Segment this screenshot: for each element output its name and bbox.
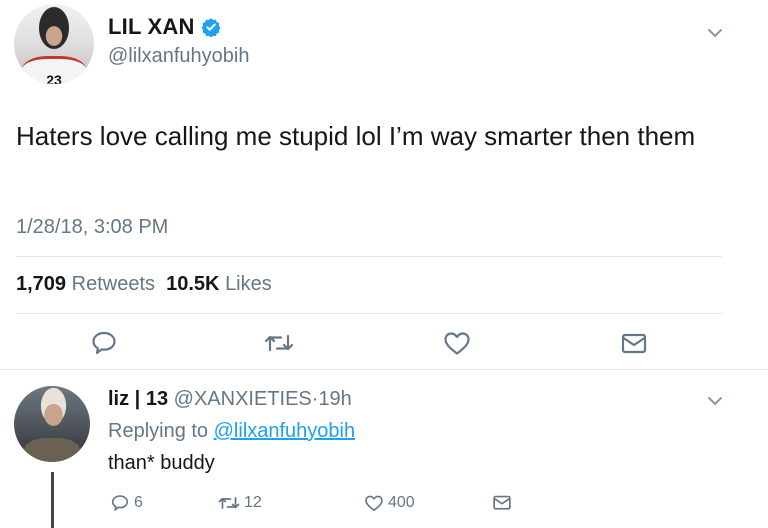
reply-retweet-count: 12: [244, 494, 262, 511]
replying-to-link[interactable]: @lilxanfuhyobih: [214, 420, 356, 442]
avatar-shirt: 23: [22, 56, 86, 84]
heart-icon: [365, 495, 383, 512]
reply-display-name[interactable]: liz | 13: [108, 388, 168, 410]
reply-time[interactable]: 19h: [318, 388, 351, 410]
reply-author-avatar[interactable]: [14, 386, 90, 462]
reply-like-count: 400: [388, 494, 415, 511]
engagement-stats: 1,709 Retweets 10.5K Likes: [16, 273, 272, 296]
heart-icon: [444, 332, 470, 355]
tweet-timestamp[interactable]: 1/28/18, 3:08 PM: [16, 216, 168, 239]
reply-text: than* buddy: [108, 452, 215, 474]
thread-line: [51, 472, 54, 528]
likes-count[interactable]: 10.5K: [166, 273, 219, 295]
chevron-down-icon[interactable]: [706, 392, 724, 410]
reply-header: liz | 13 @XANXIETIES·19h: [108, 388, 352, 411]
replying-prefix: Replying to: [108, 420, 209, 442]
retweet-button[interactable]: [264, 332, 294, 354]
avatar-jacket: [24, 438, 80, 462]
reply-icon: [111, 495, 129, 511]
like-button[interactable]: [443, 330, 471, 356]
reply-retweet-button[interactable]: 12: [218, 494, 262, 512]
reply-dm-button[interactable]: [492, 494, 512, 512]
divider: [0, 369, 768, 370]
author-handle[interactable]: @lilxanfuhyobih: [108, 45, 250, 68]
direct-message-button[interactable]: [620, 332, 648, 356]
retweets-label[interactable]: Retweets: [72, 273, 155, 295]
reply-button[interactable]: [90, 330, 118, 356]
retweet-icon: [264, 334, 294, 352]
reply-like-button[interactable]: 400: [364, 494, 415, 512]
author-display-name[interactable]: LIL XAN: [108, 14, 195, 40]
reply-handle[interactable]: @XANXIETIES: [174, 388, 312, 410]
direct-message-icon: [493, 495, 511, 510]
reply-reply-button[interactable]: 6: [110, 494, 143, 512]
tweet-text: Haters love calling me stupid lol I’m wa…: [16, 121, 696, 151]
direct-message-icon: [621, 333, 647, 354]
reply-icon: [92, 331, 116, 355]
chevron-down-icon[interactable]: [706, 24, 724, 42]
author-avatar[interactable]: 23: [14, 4, 94, 84]
reply-reply-count: 6: [134, 494, 143, 511]
divider: [16, 256, 722, 257]
avatar-shirt-number: 23: [46, 72, 62, 84]
likes-label[interactable]: Likes: [225, 273, 272, 295]
author-name-row: LIL XAN: [108, 14, 221, 40]
divider: [16, 313, 722, 314]
retweets-count[interactable]: 1,709: [16, 273, 66, 295]
verified-badge-icon: [200, 17, 221, 37]
retweet-icon: [218, 497, 240, 509]
replying-to: Replying to @lilxanfuhyobih: [108, 420, 355, 443]
